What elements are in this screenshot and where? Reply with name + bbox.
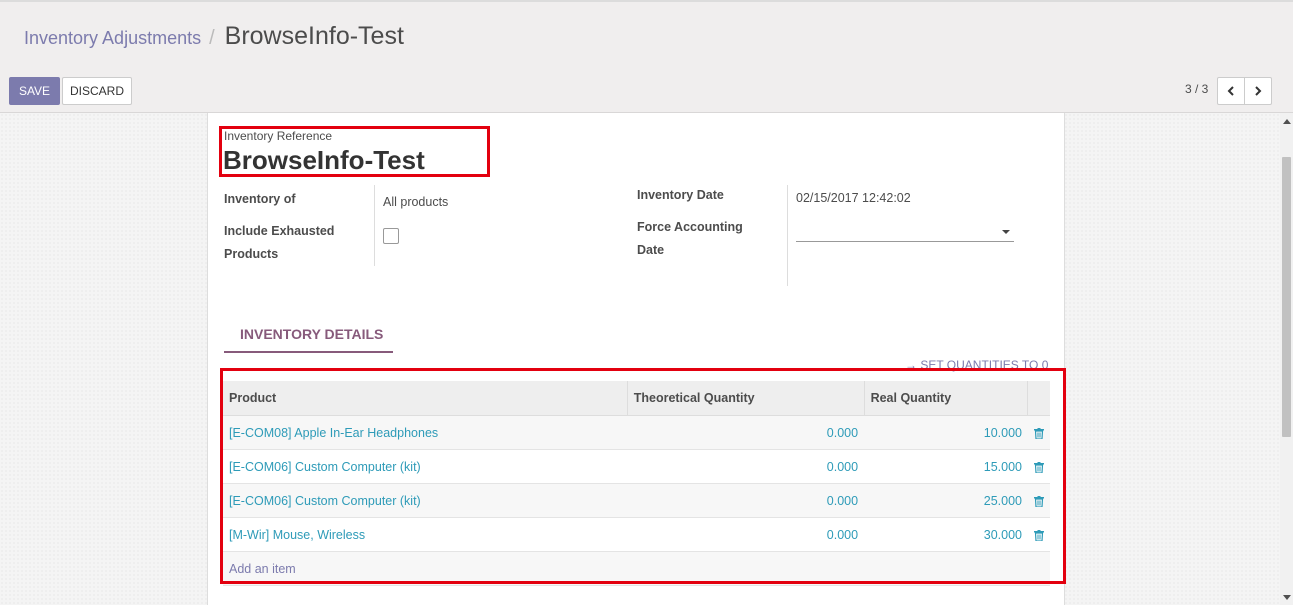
- delete-cell: [1027, 483, 1050, 518]
- product-cell[interactable]: [E-COM06] Custom Computer (kit): [223, 449, 628, 484]
- inventory-date-value: 02/15/2017 12:42:02: [796, 191, 911, 205]
- inventory-of-label: Inventory of: [224, 192, 296, 206]
- include-exhausted-label-line-1: Include Exhausted: [224, 224, 335, 238]
- breadcrumb: Inventory Adjustments / BrowseInfo-Test: [24, 22, 404, 62]
- theoretical-quantity-cell[interactable]: 0.000: [627, 415, 865, 450]
- force-accounting-date-label-line-1: Force Accounting: [637, 220, 743, 234]
- trash-icon[interactable]: [1033, 461, 1044, 474]
- control-panel: Inventory Adjustments / BrowseInfo-Test …: [0, 0, 1293, 113]
- form-sheet: Inventory Reference BrowseInfo-Test Inve…: [207, 113, 1066, 605]
- add-item-link[interactable]: Add an item: [223, 551, 1050, 586]
- reference-label: Inventory Reference: [224, 129, 333, 143]
- right-group-divider: [787, 185, 788, 286]
- table-row[interactable]: [E-COM06] Custom Computer (kit) 0.000 25…: [223, 483, 1050, 518]
- vertical-scrollbar[interactable]: [1280, 113, 1293, 605]
- breadcrumb-parent-link[interactable]: Inventory Adjustments: [24, 28, 201, 49]
- caret-down-icon: [1002, 230, 1010, 234]
- include-exhausted-checkbox[interactable]: [383, 228, 399, 244]
- product-cell[interactable]: [E-COM06] Custom Computer (kit): [223, 483, 628, 518]
- chevron-left-icon: [1227, 86, 1234, 96]
- inventory-date-label: Inventory Date: [637, 188, 724, 202]
- scroll-thumb[interactable]: [1282, 157, 1291, 437]
- column-header-product[interactable]: Product: [223, 381, 628, 416]
- tab-inventory-details-label: INVENTORY DETAILS: [240, 326, 384, 342]
- column-header-theoretical-quantity[interactable]: Theoretical Quantity: [627, 381, 865, 416]
- tab-inventory-details[interactable]: INVENTORY DETAILS: [224, 313, 393, 353]
- theoretical-quantity-cell[interactable]: 0.000: [627, 517, 865, 552]
- reference-title[interactable]: BrowseInfo-Test: [223, 145, 425, 176]
- scroll-up-arrow-icon[interactable]: [1283, 119, 1291, 124]
- scroll-down-arrow-icon[interactable]: [1283, 595, 1291, 600]
- real-quantity-cell[interactable]: 15.000: [864, 449, 1028, 484]
- inventory-of-value[interactable]: All products: [383, 195, 448, 209]
- delete-cell: [1027, 517, 1050, 552]
- theoretical-quantity-cell[interactable]: 0.000: [627, 449, 865, 484]
- add-item-row: Add an item: [223, 551, 1050, 586]
- table-header-row: Product Theoretical Quantity Real Quanti…: [223, 381, 1050, 416]
- real-quantity-cell[interactable]: 10.000: [864, 415, 1028, 450]
- table-row[interactable]: [E-COM06] Custom Computer (kit) 0.000 15…: [223, 449, 1050, 484]
- table-row[interactable]: [M-Wir] Mouse, Wireless 0.000 30.000: [223, 517, 1050, 552]
- discard-button[interactable]: DISCARD: [62, 77, 132, 105]
- save-button[interactable]: SAVE: [9, 77, 60, 105]
- chevron-right-icon: [1255, 86, 1262, 96]
- delete-cell: [1027, 415, 1050, 450]
- table-row[interactable]: [E-COM08] Apple In-Ear Headphones 0.000 …: [223, 415, 1050, 450]
- force-accounting-date-select[interactable]: [796, 221, 1014, 242]
- pager-next-button[interactable]: [1244, 77, 1272, 105]
- trash-icon[interactable]: [1033, 427, 1044, 440]
- pager-value: 3 / 3: [1185, 82, 1209, 96]
- trash-icon[interactable]: [1033, 495, 1044, 508]
- breadcrumb-separator: /: [209, 27, 215, 49]
- include-exhausted-label-line-2: Products: [224, 247, 279, 261]
- pager-previous-button[interactable]: [1217, 77, 1245, 105]
- real-quantity-cell[interactable]: 25.000: [864, 483, 1028, 518]
- product-cell[interactable]: [M-Wir] Mouse, Wireless: [223, 517, 628, 552]
- column-header-actions: [1027, 381, 1050, 416]
- theoretical-quantity-cell[interactable]: 0.000: [627, 483, 865, 518]
- force-accounting-date-label-line-2: Date: [637, 243, 665, 257]
- product-cell[interactable]: [E-COM08] Apple In-Ear Headphones: [223, 415, 628, 450]
- column-header-real-quantity[interactable]: Real Quantity: [864, 381, 1029, 416]
- set-quantities-to-zero-button[interactable]: → SET QUANTITIES TO 0: [905, 358, 1048, 372]
- delete-cell: [1027, 449, 1050, 484]
- trash-icon[interactable]: [1033, 529, 1044, 542]
- breadcrumb-current: BrowseInfo-Test: [224, 22, 404, 50]
- real-quantity-cell[interactable]: 30.000: [864, 517, 1028, 552]
- inventory-lines-table: Product Theoretical Quantity Real Quanti…: [223, 381, 1050, 586]
- left-group-divider: [374, 185, 375, 266]
